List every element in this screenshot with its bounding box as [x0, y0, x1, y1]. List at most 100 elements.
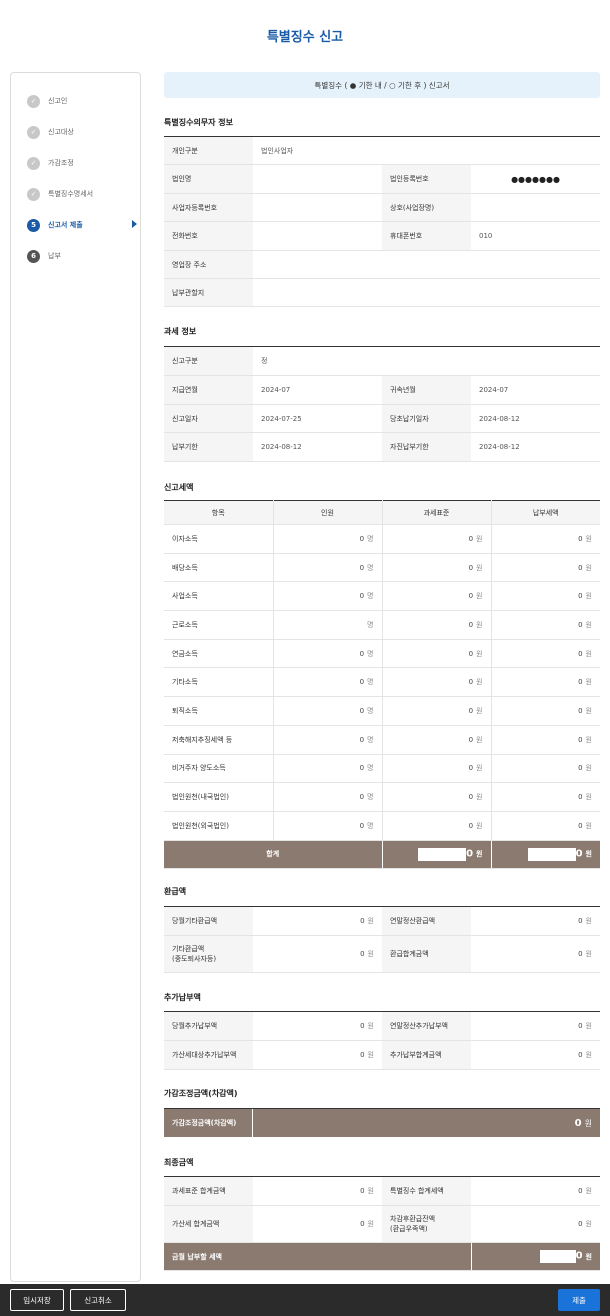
amount-row: 근로소득 명 0 원 0 원	[164, 610, 600, 640]
step-label: 특별징수명세서	[48, 190, 94, 198]
amount-tax-value: 0	[578, 821, 583, 830]
masked-value	[527, 847, 576, 861]
step-2[interactable]: ✓ 신고대상	[27, 124, 137, 140]
step-1[interactable]: ✓ 신고인	[27, 93, 137, 109]
unit: 원	[476, 821, 483, 830]
address-value	[253, 250, 601, 279]
unit: 원	[476, 793, 483, 802]
main-content: 특별징수 ( ● 기한 내 / ○ 기한 후 ) 신고서 특별징수의무자 정보 …	[164, 72, 601, 1271]
phone-label: 전화번호	[164, 221, 253, 251]
unit: 원	[585, 1187, 592, 1195]
corp-name-value	[253, 164, 382, 194]
unit: 원	[367, 950, 374, 958]
amount-tax-value: 0	[578, 793, 583, 802]
adjust-row: 가감조정금액(차감액) 0원	[164, 1108, 600, 1137]
amount-people-value: 0	[359, 534, 365, 543]
after-refund-label-sub: (환급우족액)	[390, 1225, 428, 1233]
final-table: 과세표준 합계금액 0원 특별징수 합계세액 0원 가산세 합계금액 0원 차감…	[164, 1176, 600, 1271]
amount-base-value: 0	[468, 563, 474, 572]
amount-rows: 이자소득 0 명 0 원 0 원 배당소득 0 명 0 원 0 원 사업소득 0 명 0 원 0 원 근로소득 명 0 원 0 원 연…	[164, 524, 600, 841]
person-type-label: 개인구분	[164, 136, 253, 165]
unit: 원	[585, 850, 592, 859]
month-add-value: 0	[360, 1022, 365, 1030]
amount-tax-value: 0	[578, 592, 583, 601]
refund-table: 당월기타환급액 0원 연말정산환급액 0원 기타환급액 (중도퇴사자등) 0원 환…	[164, 906, 600, 973]
total-tax-value: 0	[575, 848, 583, 860]
step-number: 6	[27, 249, 40, 263]
unit: 원	[585, 764, 592, 773]
step-5[interactable]: 5 신고서 제출	[27, 217, 137, 233]
unit: 원	[476, 534, 483, 543]
total-base-value: 0	[466, 848, 474, 860]
additional-table: 당월추가납부액 0원 연말정산추가납부액 0원 가산세대상추가납부액 0원 추가…	[164, 1011, 600, 1070]
amount-row: 기타소득 0 명 0 원 0 원	[164, 667, 600, 698]
unit: 원	[585, 735, 592, 744]
unit: 원	[585, 649, 592, 658]
unit: 원	[476, 649, 483, 658]
yearend-add-label: 연말정산추가납부액	[382, 1011, 471, 1041]
base-total-label: 과세표준 합계금액	[164, 1176, 253, 1206]
submit-button[interactable]: 제출	[558, 1289, 600, 1311]
pay-total-value: 0	[575, 1250, 583, 1262]
unit: 명	[367, 649, 374, 658]
trade-name-value	[471, 193, 601, 222]
corp-name-label: 법인명	[164, 164, 253, 194]
amount-row: 사업소득 0 명 0 원 0 원	[164, 581, 600, 612]
section-title-additional: 추가납부액	[164, 993, 201, 1002]
orig-due-value: 2024-08-12	[471, 404, 600, 433]
report-banner: 특별징수 ( ● 기한 내 / ○ 기한 후 ) 신고서	[164, 72, 600, 98]
step-6[interactable]: 6 납부	[27, 248, 137, 264]
pay-month-value: 2024-07	[253, 375, 382, 405]
unit: 원	[585, 917, 592, 925]
amount-item-name: 법인원천(외국법인)	[164, 811, 274, 841]
month-other-refund-label: 당월기타환급액	[164, 906, 253, 936]
unit: 명	[367, 563, 374, 572]
unit: 원	[367, 1051, 374, 1059]
unit: 원	[367, 1187, 374, 1195]
month-add-label: 당월추가납부액	[164, 1011, 253, 1041]
amount-tax-value: 0	[578, 764, 583, 773]
temp-save-button[interactable]: 임시저장	[10, 1289, 64, 1311]
step-4[interactable]: ✓ 특별징수명세서	[27, 186, 137, 202]
yearend-refund-value: 0	[578, 917, 583, 925]
amount-people-value: 0	[359, 793, 365, 802]
unit: 원	[585, 534, 592, 543]
attr-month-value: 2024-07	[471, 375, 600, 405]
amount-item-name: 사업소득	[164, 581, 274, 612]
address-label: 영업장 주소	[164, 250, 253, 279]
add-total-label: 추가납부합계금액	[382, 1040, 471, 1070]
unit: 명	[367, 821, 374, 830]
unit: 원	[476, 592, 483, 601]
pay-total-row: 금월 납부할 세액 0원	[164, 1242, 600, 1271]
after-refund-label: 차감후환급잔액	[390, 1215, 436, 1223]
pay-total-label: 금월 납부할 세액	[164, 1242, 472, 1271]
cancel-report-button[interactable]: 신고취소	[70, 1289, 126, 1311]
unit: 원	[585, 1252, 592, 1261]
amount-tax-value: 0	[578, 563, 583, 572]
amount-row: 퇴직소득 0 명 0 원 0 원	[164, 696, 600, 726]
col-header-item: 항목	[164, 500, 274, 525]
amount-people-value: 0	[359, 563, 365, 572]
person-type-value: 법인사업자	[253, 136, 601, 165]
section-title-adjust: 가감조정금액(차감액)	[164, 1089, 238, 1098]
amount-people-value: 0	[359, 764, 365, 773]
pay-month-label: 지급연월	[164, 375, 253, 405]
unit: 원	[585, 1051, 592, 1059]
amount-base-value: 0	[468, 793, 474, 802]
amount-base-value: 0	[468, 821, 474, 830]
step-3[interactable]: ✓ 가감조정	[27, 155, 137, 171]
unit: 명	[367, 678, 374, 687]
amount-people-value: 0	[359, 678, 365, 687]
other-refund-value: 0	[360, 950, 365, 958]
unit: 원	[585, 706, 592, 715]
report-type-label: 신고구분	[164, 346, 253, 376]
amount-base-value: 0	[468, 620, 474, 629]
trade-name-label: 상호(사업장명)	[382, 193, 471, 222]
corp-reg-value: ●●●●●●●	[471, 164, 601, 194]
amount-item-name: 근로소득	[164, 610, 274, 640]
add-total-value: 0	[578, 1051, 583, 1059]
caret-right-icon	[132, 220, 137, 228]
amount-tax-value: 0	[578, 649, 583, 658]
unit: 원	[585, 563, 592, 572]
amount-row: 비거주자 양도소득 0 명 0 원 0 원	[164, 754, 600, 784]
